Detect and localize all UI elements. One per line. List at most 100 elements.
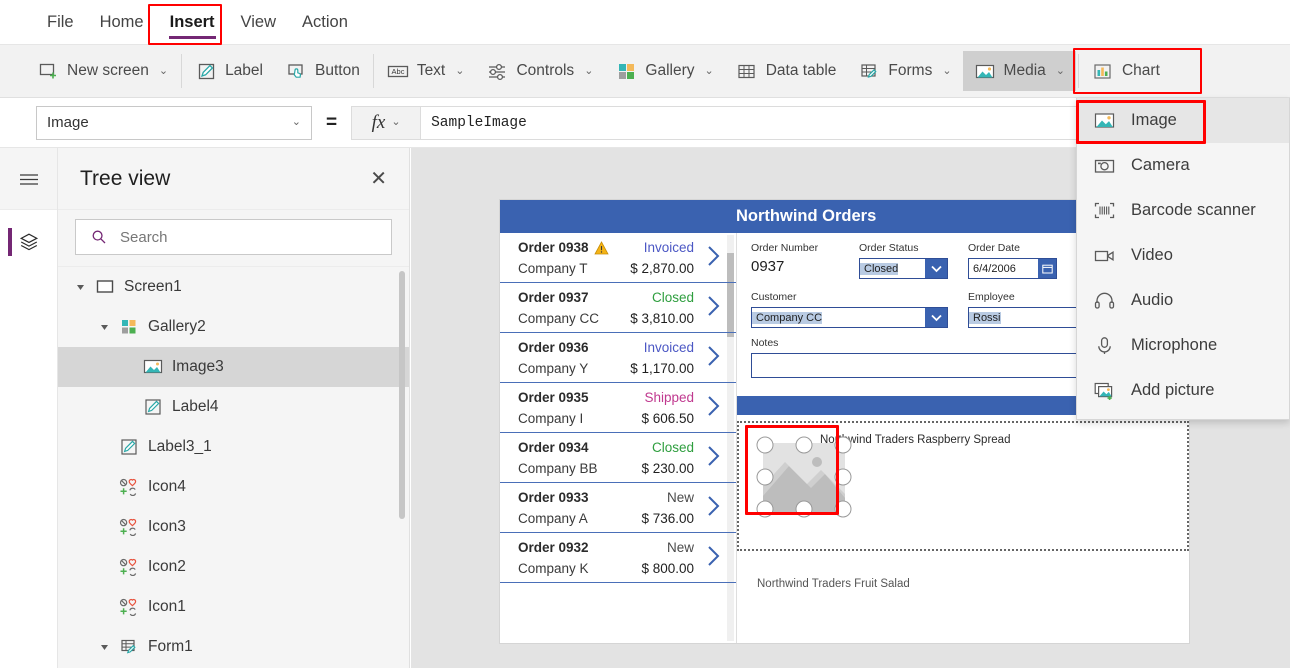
ribbon-button-data-table[interactable]: Data table (725, 51, 848, 91)
gallery-item-company: Company CC (518, 311, 600, 326)
tree-node-icon1[interactable]: Icon1 (58, 587, 409, 627)
search-placeholder: Search (120, 228, 168, 246)
field-label-employee: Employee (968, 291, 1015, 303)
order-number: Order 0936 (518, 340, 589, 355)
selected-image-control[interactable] (755, 436, 853, 519)
field-input-order-date[interactable]: 6/4/2006 (968, 258, 1057, 279)
calendar-icon[interactable] (1038, 259, 1056, 278)
tree-node-label: Icon2 (148, 558, 186, 575)
gallery-item-order: Order 0935 (518, 390, 589, 405)
media-menu-item-add-picture[interactable]: Add picture (1077, 368, 1289, 413)
gallery-item[interactable]: Order 0936 Invoiced Company Y $ 1,170.00 (500, 333, 736, 383)
tree-node-gallery2[interactable]: Gallery2 (58, 307, 409, 347)
chevron-right-icon[interactable] (702, 545, 724, 567)
twisty-expanded-icon[interactable] (98, 321, 110, 333)
menu-item-home[interactable]: Home (87, 0, 157, 45)
field-input-employee[interactable]: Rossi (968, 307, 1088, 328)
close-icon[interactable]: ✕ (370, 169, 387, 189)
tree-scrollbar[interactable] (399, 271, 405, 519)
gallery-item-company: Company BB (518, 461, 598, 476)
menu-item-view[interactable]: View (228, 0, 289, 45)
media-menu-item-label: Image (1131, 111, 1177, 129)
media-menu-item-label: Add picture (1131, 381, 1215, 399)
rail-item-tree-view[interactable] (0, 210, 57, 274)
gallery-item-company: Company T (518, 261, 588, 276)
gallery-item-company: Company K (518, 561, 589, 576)
chevron-down-icon: ⌄ (291, 116, 301, 128)
media-image-icon (974, 60, 996, 82)
tree-search-wrapper: Search (58, 210, 409, 267)
ribbon-button-controls[interactable]: Controls ⌄ (475, 51, 604, 91)
property-selector[interactable]: Image ⌄ (36, 105, 312, 140)
media-menu-item-microphone[interactable]: Microphone (1077, 323, 1289, 368)
tree-node-icon2[interactable]: Icon2 (58, 547, 409, 587)
active-tab-underline (168, 35, 216, 39)
formula-input-value: SampleImage (431, 114, 527, 131)
ribbon-button-button[interactable]: Button (274, 51, 371, 91)
ribbon-button-label: New screen (67, 62, 149, 79)
media-menu-item-label: Camera (1131, 156, 1190, 174)
menu-item-action[interactable]: Action (289, 0, 361, 45)
video-icon (1093, 245, 1115, 267)
tree-node-screen1[interactable]: Screen1 (58, 267, 409, 307)
hamburger-menu-button[interactable] (0, 148, 57, 210)
chevron-right-icon[interactable] (702, 245, 724, 267)
tree-node-icon3[interactable]: Icon3 (58, 507, 409, 547)
chevron-right-icon[interactable] (702, 445, 724, 467)
tree-node-form1[interactable]: Form1 (58, 627, 409, 667)
tree-node-label: Form1 (148, 638, 193, 655)
media-menu-item-barcode-scanner[interactable]: Barcode scanner (1077, 188, 1289, 233)
fx-label: fx (371, 111, 386, 133)
page-title: Tree view (80, 166, 171, 190)
media-menu-item-video[interactable]: Video (1077, 233, 1289, 278)
tree-view-panel: Tree view ✕ Search Screen1 Gallery2 Imag… (58, 148, 410, 668)
media-menu-item-image[interactable]: Image (1077, 98, 1289, 143)
twisty-expanded-icon[interactable] (98, 641, 110, 653)
field-input-customer[interactable]: Company CC (751, 307, 948, 328)
field-input-notes[interactable] (751, 353, 1088, 378)
tree-node-icon4[interactable]: Icon4 (58, 467, 409, 507)
search-input[interactable]: Search (75, 219, 392, 255)
chevron-right-icon[interactable] (702, 295, 724, 317)
gallery-item[interactable]: Order 0938 Invoiced Company T $ 2,870.00 (500, 233, 736, 283)
gallery-item[interactable]: Order 0935 Shipped Company I $ 606.50 (500, 383, 736, 433)
ribbon-button-chart[interactable]: Chart (1081, 51, 1171, 91)
field-input-order-status[interactable]: Closed (859, 258, 948, 279)
orders-gallery[interactable]: Order 0938 Invoiced Company T $ 2,870.00… (500, 233, 737, 643)
tree-node-label3-1[interactable]: Label3_1 (58, 427, 409, 467)
ribbon-button-gallery[interactable]: Gallery ⌄ (604, 51, 724, 91)
ribbon-button-text[interactable]: Abc Text ⌄ (376, 51, 476, 91)
tree-node-label4[interactable]: Label4 (58, 387, 409, 427)
field-label-customer: Customer (751, 291, 797, 303)
chevron-right-icon[interactable] (702, 495, 724, 517)
chevron-right-icon[interactable] (702, 395, 724, 417)
warning-icon (593, 240, 609, 255)
gallery-item[interactable]: Order 0934 Closed Company BB $ 230.00 (500, 433, 736, 483)
gallery-item[interactable]: Order 0932 New Company K $ 800.00 (500, 533, 736, 583)
field-value-order-number: 0937 (751, 258, 785, 275)
ribbon-button-label[interactable]: Label (184, 51, 274, 91)
twisty-expanded-icon[interactable] (74, 281, 86, 293)
ribbon-button-label: Data table (765, 62, 837, 79)
chevron-right-icon[interactable] (702, 345, 724, 367)
property-selector-value: Image (47, 114, 89, 131)
ribbon-button-forms[interactable]: Forms ⌄ (847, 51, 962, 91)
active-rail-indicator (8, 228, 12, 256)
text-abc-icon: Abc (387, 60, 409, 82)
tree-node-image3[interactable]: Image3 (58, 347, 409, 387)
menu-item-insert[interactable]: Insert (157, 0, 228, 45)
chevron-down-icon[interactable] (925, 308, 947, 327)
forms-icon (858, 60, 880, 82)
ribbon-button-new-screen[interactable]: New screen ⌄ (26, 51, 179, 91)
media-menu-item-audio[interactable]: Audio (1077, 278, 1289, 323)
gallery-item[interactable]: Order 0937 Closed Company CC $ 3,810.00 (500, 283, 736, 333)
gallery-item[interactable]: Order 0933 New Company A $ 736.00 (500, 483, 736, 533)
media-menu-item-camera[interactable]: Camera (1077, 143, 1289, 188)
chevron-down-icon: ⌄ (942, 64, 952, 77)
fx-button[interactable]: fx ⌄ (351, 105, 422, 140)
chevron-down-icon[interactable] (925, 259, 947, 278)
ribbon-button-media[interactable]: Media ⌄ (962, 51, 1076, 91)
search-icon (88, 226, 110, 248)
menu-item-file[interactable]: File (34, 0, 87, 45)
label-icon (195, 60, 217, 82)
